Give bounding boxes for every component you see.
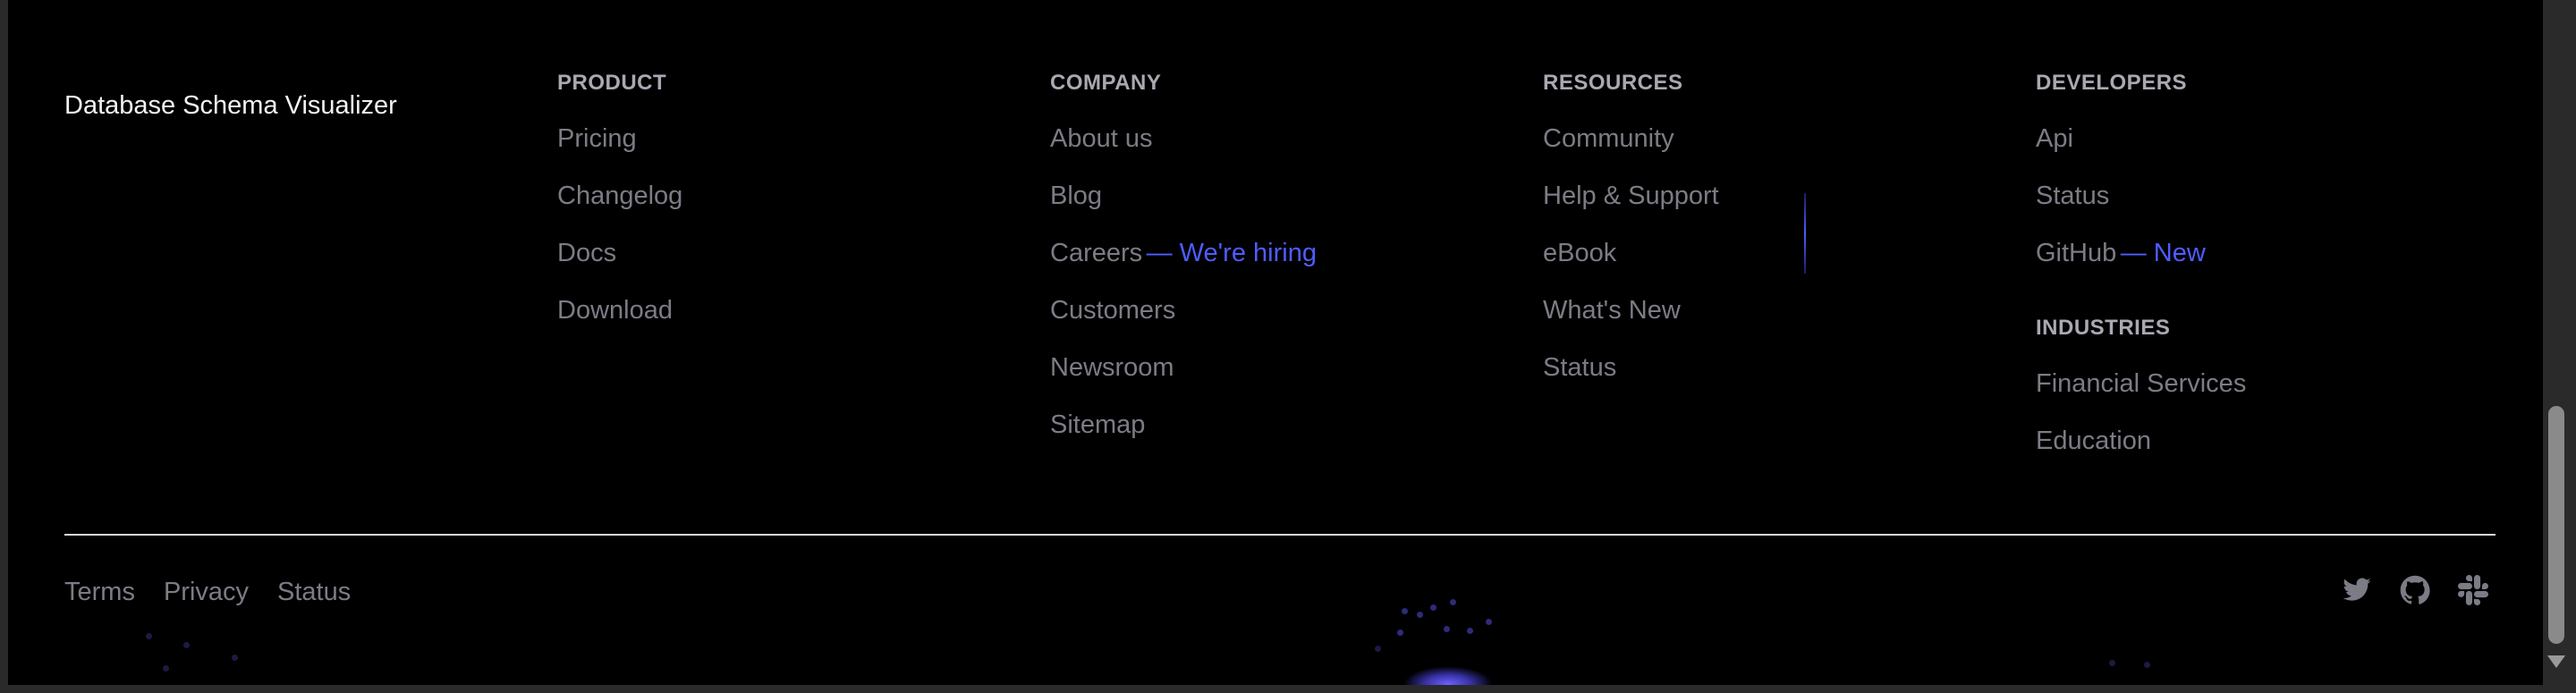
glow-decoration bbox=[1403, 666, 1493, 685]
particle-decoration bbox=[1417, 612, 1423, 618]
particle-decoration bbox=[2144, 662, 2150, 668]
footer-link-sitemap[interactable]: Sitemap bbox=[1050, 410, 1145, 439]
particle-decoration bbox=[1467, 628, 1473, 634]
footer-link-status-resources[interactable]: Status bbox=[1543, 353, 1616, 382]
footer-link-community[interactable]: Community bbox=[1543, 124, 1674, 153]
window-bottom-edge bbox=[0, 685, 2576, 693]
footer-link-customers[interactable]: Customers bbox=[1050, 296, 1175, 325]
column-heading-resources: RESOURCES bbox=[1543, 71, 1683, 95]
particle-decoration bbox=[1450, 599, 1456, 605]
slack-icon[interactable] bbox=[2457, 575, 2488, 605]
particle-decoration bbox=[1375, 646, 1381, 652]
legal-link-privacy[interactable]: Privacy bbox=[164, 578, 249, 607]
new-badge[interactable]: — New bbox=[2121, 239, 2206, 267]
footer-column-developers: DEVELOPERS Api Status GitHub — New INDUS… bbox=[2036, 70, 2246, 483]
footer-link-financial-services[interactable]: Financial Services bbox=[2036, 369, 2246, 398]
footer-column-resources: RESOURCES Community Help & Support eBook… bbox=[1543, 70, 1719, 410]
particle-decoration bbox=[1397, 630, 1403, 636]
accent-line-decoration bbox=[1804, 193, 1806, 274]
particle-decoration bbox=[1430, 604, 1436, 611]
brand-name: Database Schema Visualizer bbox=[64, 91, 397, 120]
particle-decoration bbox=[1444, 626, 1450, 632]
particle-decoration bbox=[163, 665, 169, 672]
column-heading-company: COMPANY bbox=[1050, 71, 1162, 95]
footer-link-careers[interactable]: Careers bbox=[1050, 239, 1142, 267]
scroll-down-arrow-icon[interactable] bbox=[2547, 655, 2565, 668]
footer-link-education[interactable]: Education bbox=[2036, 427, 2151, 455]
particle-decoration bbox=[1486, 619, 1492, 625]
twitter-icon[interactable] bbox=[2342, 575, 2372, 605]
footer-link-newsroom[interactable]: Newsroom bbox=[1050, 353, 1174, 382]
legal-link-status[interactable]: Status bbox=[277, 578, 351, 607]
footer-link-docs[interactable]: Docs bbox=[557, 239, 616, 267]
footer-link-github[interactable]: GitHub bbox=[2036, 239, 2116, 267]
legal-link-terms[interactable]: Terms bbox=[64, 578, 135, 607]
particle-decoration bbox=[2109, 660, 2115, 666]
footer-link-status-developers[interactable]: Status bbox=[2036, 182, 2109, 210]
column-heading-developers: DEVELOPERS bbox=[2036, 71, 2188, 95]
footer-link-download[interactable]: Download bbox=[557, 296, 673, 325]
hiring-badge[interactable]: — We're hiring bbox=[1147, 239, 1317, 267]
footer-link-api[interactable]: Api bbox=[2036, 124, 2073, 153]
particle-decoration bbox=[183, 642, 190, 648]
particle-decoration bbox=[146, 633, 152, 639]
footer-link-changelog[interactable]: Changelog bbox=[557, 182, 682, 210]
footer: Database Schema Visualizer PRODUCT Prici… bbox=[8, 0, 2543, 685]
column-heading-product: PRODUCT bbox=[557, 71, 667, 95]
footer-divider bbox=[64, 534, 2496, 536]
legal-links: Terms Privacy Status bbox=[64, 578, 351, 607]
footer-link-about-us[interactable]: About us bbox=[1050, 124, 1152, 153]
footer-link-pricing[interactable]: Pricing bbox=[557, 124, 637, 153]
footer-link-whats-new[interactable]: What's New bbox=[1543, 296, 1681, 325]
github-icon[interactable] bbox=[2400, 575, 2430, 605]
footer-column-company: COMPANY About us Blog Careers — We're hi… bbox=[1050, 70, 1317, 467]
footer-link-help-support[interactable]: Help & Support bbox=[1543, 182, 1719, 210]
footer-column-product: PRODUCT Pricing Changelog Docs Download bbox=[557, 70, 682, 352]
footer-link-ebook[interactable]: eBook bbox=[1543, 239, 1616, 267]
column-heading-industries: INDUSTRIES bbox=[2036, 316, 2171, 340]
scrollbar-thumb[interactable] bbox=[2548, 406, 2564, 644]
particle-decoration bbox=[1402, 608, 1408, 614]
particle-decoration bbox=[232, 655, 238, 661]
footer-link-blog[interactable]: Blog bbox=[1050, 182, 1102, 210]
